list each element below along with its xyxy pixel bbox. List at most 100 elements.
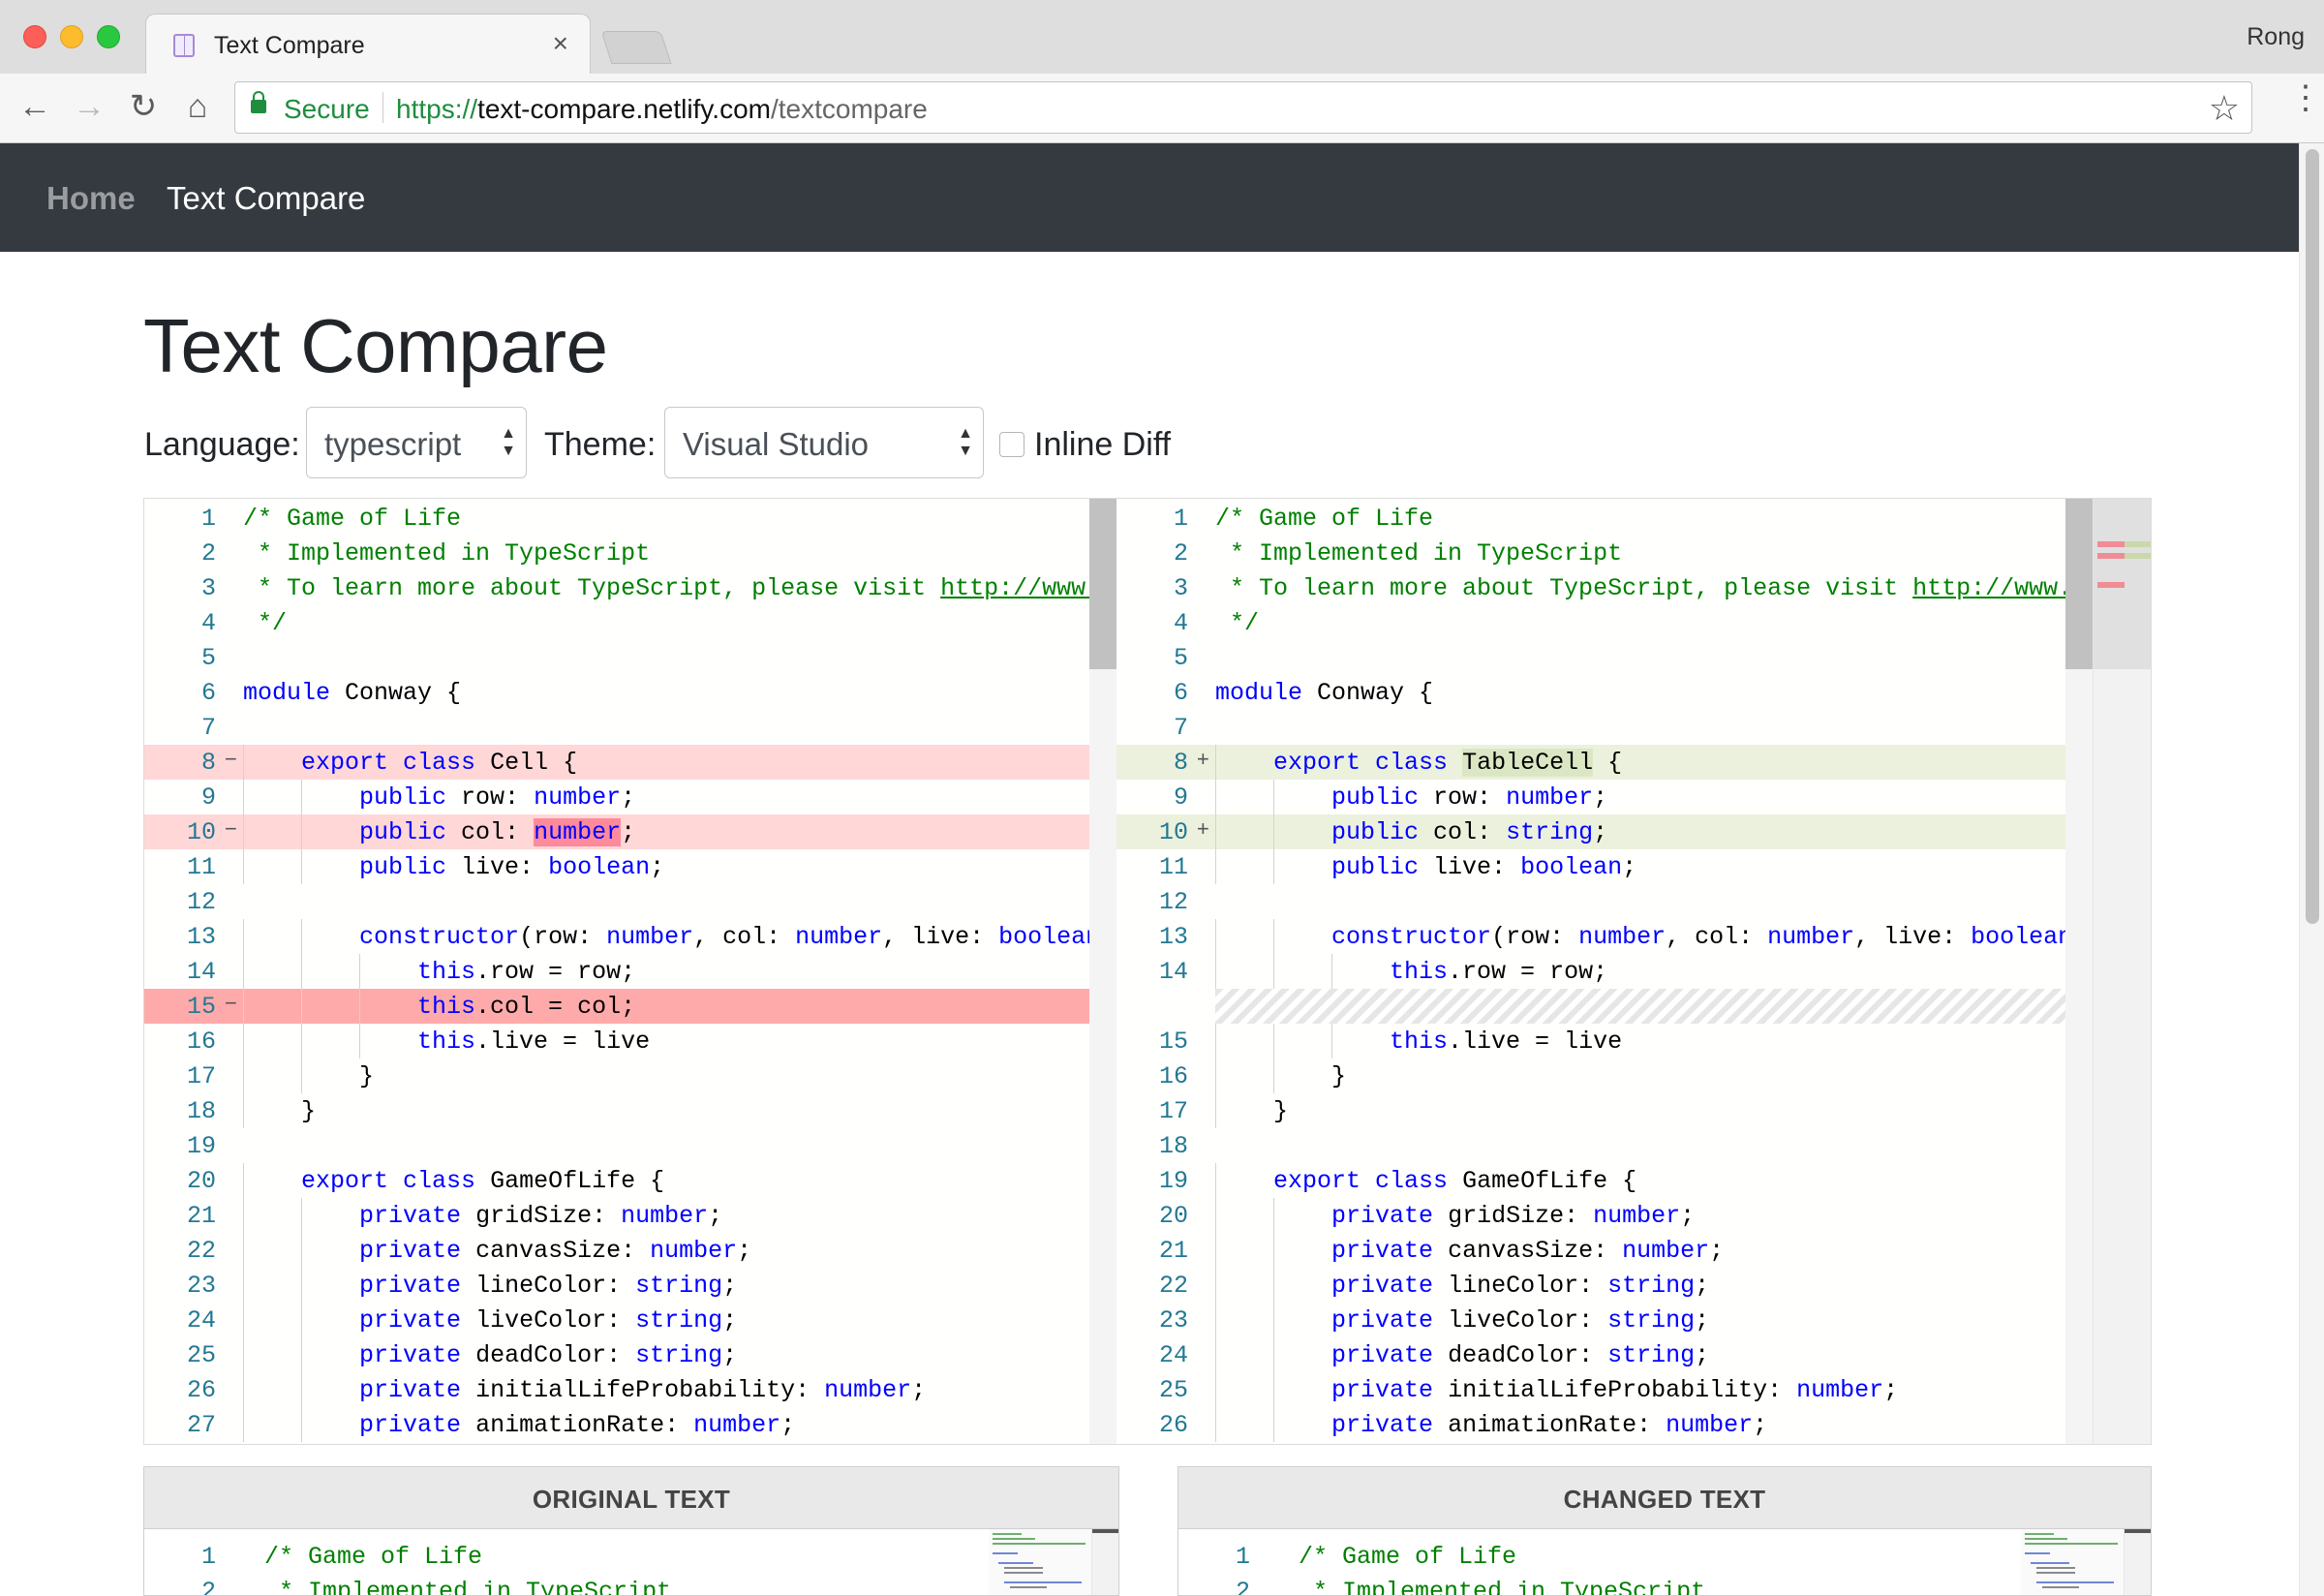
code-line[interactable]: private lineColor: string; — [1215, 1268, 2093, 1303]
code-line[interactable]: this.live = live — [243, 1024, 1116, 1059]
code-line[interactable]: public col: string; — [1215, 814, 2093, 849]
code-line[interactable]: /* Game of Life — [1215, 501, 2093, 536]
original-pane[interactable]: /* Game of Life * Implemented in TypeScr… — [144, 499, 1116, 1444]
code-line[interactable]: */ — [1215, 605, 2093, 640]
code-line[interactable]: public row: number; — [243, 780, 1116, 814]
panel-line[interactable]: 1 /* Game of Life — [1178, 1539, 2151, 1574]
nav-text-compare-link[interactable]: Text Compare — [167, 180, 365, 217]
url-text[interactable]: https://text-compare.netlify.com/textcom… — [396, 94, 928, 125]
page-scroll-thumb[interactable] — [2306, 149, 2319, 924]
code-line[interactable]: module Conway { — [1215, 675, 2093, 710]
code-line[interactable]: this.live = live — [1215, 1024, 2093, 1059]
browser-tab[interactable]: Text Compare × — [145, 14, 591, 74]
diff-overview-ruler[interactable] — [2093, 499, 2151, 1444]
code-line[interactable]: this.col = col; — [243, 989, 1116, 1024]
minimize-window-button[interactable] — [60, 25, 83, 48]
original-scroll-thumb[interactable] — [1089, 499, 1116, 669]
code-line[interactable]: private canvasSize: number; — [1215, 1233, 2093, 1268]
original-minimap[interactable] — [989, 1529, 1091, 1595]
code-line[interactable]: } — [243, 1059, 1116, 1093]
code-line[interactable]: this.row = row; — [1215, 954, 2093, 989]
code-line[interactable]: */ — [243, 605, 1116, 640]
inline-diff-checkbox[interactable] — [999, 432, 1024, 457]
code-line[interactable]: public col: number; — [243, 814, 1116, 849]
browser-menu-icon[interactable]: ⋮ — [2289, 81, 2322, 114]
code-line[interactable]: private gridSize: number; — [243, 1198, 1116, 1233]
code-line[interactable]: * To learn more about TypeScript, please… — [1215, 570, 2093, 605]
nav-home-link[interactable]: Home — [46, 180, 136, 217]
panel-line-code[interactable]: * Implemented in TypeScript — [1299, 1578, 1705, 1595]
code-line[interactable]: } — [1215, 1059, 2093, 1093]
panel-line[interactable]: 2 * Implemented in TypeScript — [1178, 1574, 2151, 1595]
back-arrow-icon[interactable]: ← — [14, 85, 56, 128]
code-line[interactable]: export class GameOfLife { — [1215, 1163, 2093, 1198]
code-line[interactable] — [243, 1128, 1116, 1163]
profile-name[interactable]: Rong — [2247, 23, 2305, 51]
panel-line[interactable]: 2 * Implemented in TypeScript — [144, 1574, 1118, 1595]
code-line[interactable] — [1215, 640, 2093, 675]
modified-scroll-thumb[interactable] — [2065, 499, 2093, 669]
modified-code-area[interactable]: /* Game of Life * Implemented in TypeScr… — [1215, 499, 2093, 1444]
panel-line-code[interactable]: /* Game of Life — [264, 1543, 482, 1571]
original-scrollbar[interactable] — [1089, 499, 1116, 1444]
theme-select[interactable]: Visual Studio ▲ ▼ — [664, 407, 984, 478]
code-line[interactable] — [1215, 884, 2093, 919]
code-line[interactable]: } — [1215, 1093, 2093, 1128]
code-line[interactable]: private initialLifeProbability: number; — [1215, 1372, 2093, 1407]
original-code-area[interactable]: /* Game of Life * Implemented in TypeScr… — [243, 499, 1116, 1444]
code-line[interactable]: export class Cell { — [243, 745, 1116, 780]
page-scrollbar[interactable] — [2299, 143, 2324, 1596]
panel-line[interactable]: 1 /* Game of Life — [144, 1539, 1118, 1574]
code-line[interactable]: private deadColor: string; — [243, 1337, 1116, 1372]
new-tab-button[interactable] — [600, 31, 672, 64]
code-line[interactable]: public live: boolean; — [243, 849, 1116, 884]
code-line[interactable]: * Implemented in TypeScript — [1215, 536, 2093, 570]
code-line[interactable] — [1215, 710, 2093, 745]
panel-line-code[interactable]: /* Game of Life — [1299, 1543, 1516, 1571]
code-line[interactable]: private liveColor: string; — [1215, 1303, 2093, 1337]
reload-icon[interactable]: ↻ — [122, 85, 165, 128]
code-line[interactable]: private liveColor: string; — [243, 1303, 1116, 1337]
code-line[interactable]: constructor(row: number, col: number, li… — [1215, 919, 2093, 954]
changed-text-panel[interactable]: CHANGED TEXT 1 /* Game of Life 2 * Imple… — [1177, 1466, 2152, 1596]
address-bar[interactable]: Secure https://text-compare.netlify.com/… — [234, 81, 2252, 134]
code-line[interactable]: private animationRate: number; — [1215, 1407, 2093, 1442]
code-line[interactable]: private deadColor: string; — [1215, 1337, 2093, 1372]
zoom-window-button[interactable] — [97, 25, 120, 48]
code-line[interactable] — [243, 710, 1116, 745]
diff-editor[interactable]: /* Game of Life * Implemented in TypeScr… — [143, 498, 2152, 1445]
original-minimap-scroll[interactable] — [1091, 1529, 1118, 1595]
code-line[interactable]: } — [243, 1093, 1116, 1128]
panel-line-code[interactable]: * Implemented in TypeScript — [264, 1578, 671, 1595]
code-line[interactable] — [243, 884, 1116, 919]
code-line[interactable]: export class GameOfLife { — [243, 1163, 1116, 1198]
code-line[interactable]: constructor(row: number, col: number, li… — [243, 919, 1116, 954]
code-line[interactable]: module Conway { — [243, 675, 1116, 710]
code-line[interactable]: this.row = row; — [243, 954, 1116, 989]
inline-diff-label[interactable]: Inline Diff — [1034, 426, 1171, 464]
modified-pane[interactable]: /* Game of Life * Implemented in TypeScr… — [1116, 499, 2151, 1444]
code-line[interactable] — [1215, 1128, 2093, 1163]
bookmark-star-icon[interactable]: ☆ — [2209, 88, 2240, 129]
original-text-panel[interactable]: ORIGINAL TEXT 1 /* Game of Life 2 * Impl… — [143, 1466, 1119, 1596]
tab-close-icon[interactable]: × — [553, 28, 568, 59]
home-icon[interactable]: ⌂ — [176, 85, 219, 128]
code-line[interactable]: /* Game of Life — [243, 501, 1116, 536]
language-select[interactable]: typescript ▲ ▼ — [306, 407, 527, 478]
changed-minimap-scroll[interactable] — [2124, 1529, 2151, 1595]
changed-minimap[interactable] — [2021, 1529, 2124, 1595]
code-line[interactable]: export class TableCell { — [1215, 745, 2093, 780]
close-window-button[interactable] — [23, 25, 46, 48]
code-line[interactable]: private lineColor: string; — [243, 1268, 1116, 1303]
modified-scrollbar[interactable] — [2065, 499, 2093, 1444]
code-line[interactable] — [243, 640, 1116, 675]
code-line[interactable]: public live: boolean; — [1215, 849, 2093, 884]
code-line[interactable]: * To learn more about TypeScript, please… — [243, 570, 1116, 605]
code-line[interactable]: * Implemented in TypeScript — [243, 536, 1116, 570]
code-line[interactable]: private animationRate: number; — [243, 1407, 1116, 1442]
code-line[interactable]: private initialLifeProbability: number; — [243, 1372, 1116, 1407]
code-line[interactable]: private canvasSize: number; — [243, 1233, 1116, 1268]
code-line[interactable]: private gridSize: number; — [1215, 1198, 2093, 1233]
code-line[interactable]: public row: number; — [1215, 780, 2093, 814]
forward-arrow-icon[interactable]: → — [68, 85, 110, 128]
